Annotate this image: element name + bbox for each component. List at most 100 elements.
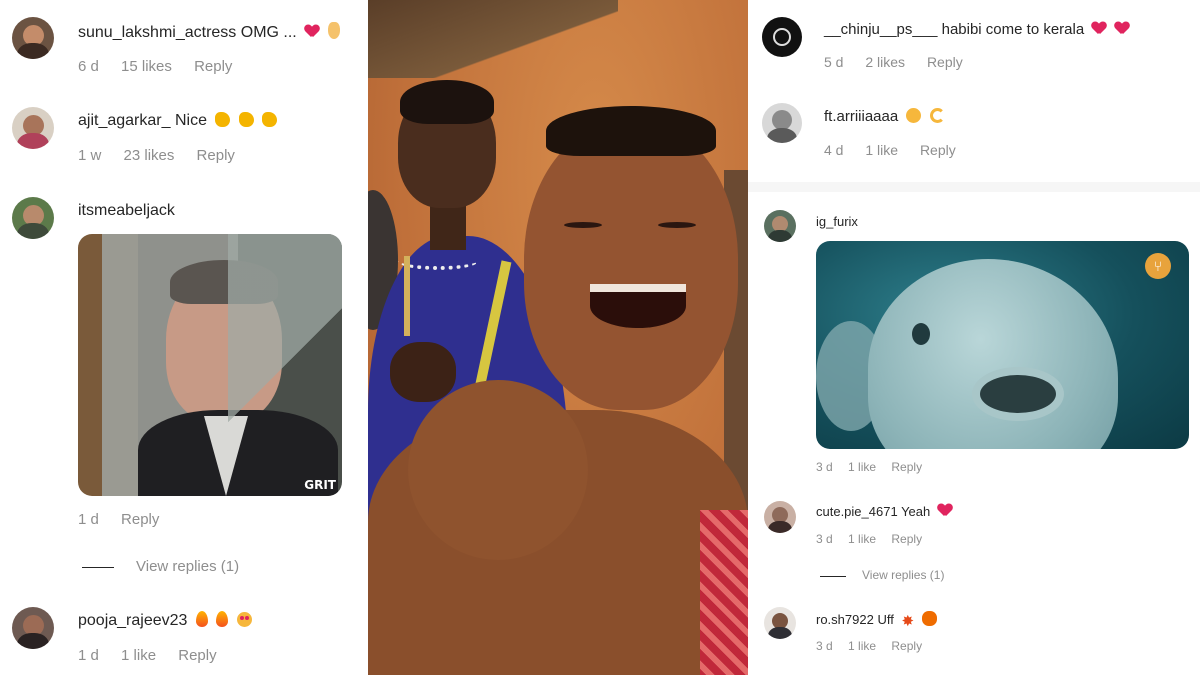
like-count[interactable]: 1 like [121, 647, 156, 664]
comment-item: pooja_rajeev23 1 d 1 like Reply [0, 590, 368, 675]
comment-line: cute.pie_4671 Yeah [816, 504, 952, 519]
avatar[interactable] [762, 17, 802, 57]
comment-meta: 1 d 1 like Reply [78, 647, 235, 664]
comment-line: ajit_agarkar_ Nice [78, 112, 278, 130]
avatar[interactable] [762, 103, 802, 143]
comment-text: Uff [877, 612, 894, 627]
heart-icon [1115, 22, 1129, 35]
heart-icon [1092, 22, 1106, 35]
comment-line: __chinju__ps___ habibi come to kerala [824, 21, 1129, 38]
reply-button[interactable]: Reply [178, 647, 216, 664]
comment-username[interactable]: ro.sh7922 [816, 612, 874, 627]
comment-item: ig_furix [748, 200, 1200, 242]
avatar[interactable] [12, 107, 54, 149]
avatar[interactable] [764, 210, 796, 242]
comment-line: pooja_rajeev23 [78, 611, 252, 630]
avatar[interactable] [764, 501, 796, 533]
comment-text: OMG ... [240, 24, 297, 41]
comment-text: Nice [174, 112, 207, 129]
reply-button[interactable]: Reply [891, 532, 922, 546]
comment-meta: 3 d 1 like Reply [816, 460, 934, 474]
view-replies-label: View replies (1) [136, 558, 240, 575]
comment-meta: 3 d 1 like Reply [816, 532, 934, 546]
reply-button[interactable]: Reply [891, 460, 922, 474]
comment-username[interactable]: itsmeabeljack [78, 202, 175, 219]
reply-button[interactable]: Reply [927, 54, 963, 70]
comment-meta: 4 d 1 like Reply [824, 142, 974, 158]
reply-button[interactable]: Reply [121, 511, 159, 528]
dizzy-icon [929, 108, 945, 123]
avatar[interactable] [12, 607, 54, 649]
comment-username[interactable]: __chinju__ps___ [824, 21, 937, 38]
gif-watermark: GRIT [304, 478, 336, 492]
clapping-hands-icon [215, 112, 231, 127]
comment-age: 6 d [78, 58, 99, 75]
reply-button[interactable]: Reply [194, 58, 232, 75]
comment-age: 5 d [824, 54, 844, 70]
comment-meta: 1 d Reply [78, 511, 177, 528]
comment-age: 3 d [816, 532, 833, 546]
comment-item: ajit_agarkar_ Nice 1 w 23 likes Reply [0, 90, 368, 180]
gif-reaction[interactable]: GRIT [78, 234, 342, 496]
comment-text: Yeah [901, 504, 931, 519]
like-count[interactable]: 23 likes [124, 147, 175, 164]
reply-button[interactable]: Reply [197, 147, 235, 164]
like-count[interactable]: 1 like [848, 639, 876, 653]
comment-item: ft.arriiiaaaa 4 d 1 like Reply [748, 90, 1200, 182]
video-frame[interactable] [368, 0, 748, 675]
like-count[interactable]: 15 likes [121, 58, 172, 75]
grinning-icon [906, 108, 922, 123]
comment-item: cute.pie_4671 Yeah 3 d 1 like Reply View… [748, 490, 1200, 590]
comment-username[interactable]: pooja_rajeev23 [78, 612, 187, 629]
section-divider [748, 182, 1200, 192]
like-count[interactable]: 1 like [865, 142, 898, 158]
right-comments-panel: __chinju__ps___ habibi come to kerala 5 … [748, 0, 1200, 675]
view-replies-label: View replies (1) [862, 568, 945, 582]
comment-line: ig_furix [816, 214, 858, 229]
ok-hand-icon [327, 22, 340, 39]
view-replies-button[interactable]: View replies (1) [862, 568, 956, 582]
gif-reaction[interactable]: ⑂ [816, 241, 1189, 449]
comment-text: habibi come to kerala [941, 21, 1085, 38]
comment-line: itsmeabeljack [78, 202, 175, 220]
comment-username[interactable]: ft.arriiiaaaa [824, 108, 898, 125]
comment-age: 3 d [816, 460, 833, 474]
avatar[interactable] [12, 197, 54, 239]
comment-age: 4 d [824, 142, 844, 158]
gif-badge-icon[interactable]: ⑂ [1145, 253, 1171, 279]
heart-icon [938, 504, 952, 517]
like-count[interactable]: 1 like [848, 532, 876, 546]
avatar[interactable] [12, 17, 54, 59]
comment-username[interactable]: ajit_agarkar_ [78, 112, 171, 129]
comment-meta: 5 d 2 likes Reply [824, 54, 981, 70]
fire-icon [216, 611, 229, 627]
comment-age: 1 d [78, 511, 99, 528]
clapping-hands-icon [262, 112, 278, 127]
anger-icon: ✸ [901, 613, 915, 630]
fire-icon [195, 611, 208, 627]
comment-username[interactable]: cute.pie_4671 [816, 504, 898, 519]
avatar[interactable] [764, 607, 796, 639]
comment-age: 1 w [78, 147, 102, 164]
comment-item: ro.sh7922 Uff ✸ 3 d 1 like Reply [748, 597, 1200, 675]
comment-age: 1 d [78, 647, 99, 664]
heart-icon [305, 25, 319, 38]
reply-button[interactable]: Reply [920, 142, 956, 158]
reply-button[interactable]: Reply [891, 639, 922, 653]
comment-username[interactable]: sunu_lakshmi_actress [78, 24, 236, 41]
divider [82, 567, 114, 568]
clapping-hands-icon [238, 112, 254, 127]
comment-item: sunu_lakshmi_actress OMG ... 6 d 15 like… [0, 0, 368, 90]
like-count[interactable]: 2 likes [865, 54, 905, 70]
comment-line: ro.sh7922 Uff ✸ [816, 611, 937, 630]
comment-meta: 1 w 23 likes Reply [78, 147, 253, 164]
like-count[interactable]: 1 like [848, 460, 876, 474]
left-comments-panel: sunu_lakshmi_actress OMG ... 6 d 15 like… [0, 0, 368, 675]
comment-username[interactable]: ig_furix [816, 214, 858, 229]
view-replies-button[interactable]: View replies (1) [136, 558, 257, 575]
heart-eyes-icon [236, 612, 252, 627]
comment-age: 3 d [816, 639, 833, 653]
devil-icon [921, 611, 937, 626]
comment-line: sunu_lakshmi_actress OMG ... [78, 22, 340, 42]
comment-meta: 3 d 1 like Reply [816, 639, 934, 653]
